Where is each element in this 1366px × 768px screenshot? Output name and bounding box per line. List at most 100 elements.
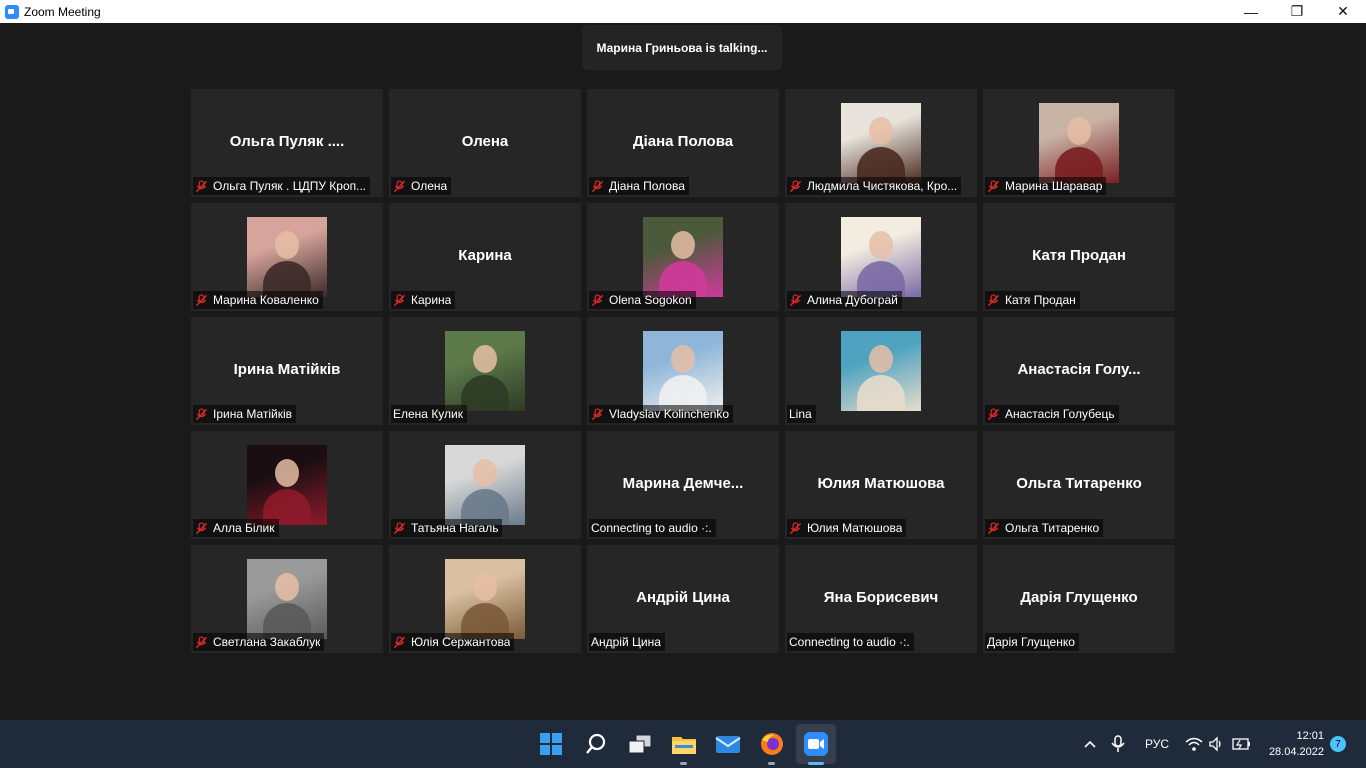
participant-nameplate: Олена <box>391 177 452 195</box>
microphone-icon[interactable] <box>1110 720 1126 768</box>
muted-microphone-icon <box>195 407 208 421</box>
close-button[interactable]: ✕ <box>1320 0 1366 23</box>
participant-display-name: Ольга Пуляк .... <box>229 133 345 150</box>
participant-nameplate: Андрій Цина <box>589 633 665 651</box>
participant-label: Olena Sogokon <box>609 293 692 307</box>
participant-tile[interactable]: Ольга Пуляк .... Ольга Пуляк . ЦДПУ Кроп.… <box>191 89 383 197</box>
participant-nameplate: Юлія Сержантова <box>391 633 515 651</box>
participant-display-name: Ольга Титаренко <box>1016 475 1142 492</box>
muted-microphone-icon <box>195 179 208 193</box>
search-icon[interactable] <box>582 730 610 758</box>
participant-tile[interactable]: Vladyslav Kolinchenko <box>587 317 779 425</box>
file-explorer-icon[interactable] <box>670 730 698 758</box>
participant-tile[interactable]: Людмила Чистякова, Кро... <box>785 89 977 197</box>
participant-tile[interactable]: Анастасія Голу... Анастасія Голубець <box>983 317 1175 425</box>
participant-tile[interactable]: Алина Дубограй <box>785 203 977 311</box>
participant-nameplate: Vladyslav Kolinchenko <box>589 405 734 423</box>
participant-label: Марина Коваленко <box>213 293 319 307</box>
participant-tile[interactable]: Марина Коваленко <box>191 203 383 311</box>
participant-tile[interactable]: Алла Білик <box>191 431 383 539</box>
maximize-button[interactable]: ❐ <box>1274 0 1320 23</box>
participant-label: Людмила Чистякова, Кро... <box>807 179 958 193</box>
muted-microphone-icon <box>591 293 604 307</box>
participant-display-name: Яна Борисевич <box>823 589 939 606</box>
wifi-icon[interactable] <box>1185 720 1203 768</box>
person-silhouette-icon <box>869 117 893 145</box>
participant-tile[interactable]: Катя Продан Катя Продан <box>983 203 1175 311</box>
participant-nameplate: Алла Білик <box>193 519 279 537</box>
muted-microphone-icon <box>987 521 1000 535</box>
participant-grid: Ольга Пуляк .... Ольга Пуляк . ЦДПУ Кроп.… <box>191 89 1175 653</box>
participant-label: Анастасія Голубець <box>1005 407 1115 421</box>
participant-display-name: Юлия Матюшова <box>817 475 945 492</box>
participant-label: Андрій Цина <box>591 635 661 649</box>
battery-icon[interactable] <box>1232 720 1252 768</box>
mail-icon[interactable] <box>714 730 742 758</box>
participant-tile[interactable]: Olena Sogokon <box>587 203 779 311</box>
participant-nameplate: Людмила Чистякова, Кро... <box>787 177 962 195</box>
participant-tile[interactable]: Андрій Цина Андрій Цина <box>587 545 779 653</box>
person-silhouette-icon <box>275 231 299 259</box>
system-clock[interactable]: 12:01 28.04.2022 <box>1262 728 1324 760</box>
participant-video <box>247 559 327 639</box>
participant-video <box>643 217 723 297</box>
participant-display-name: Анастасія Голу... <box>1017 361 1141 378</box>
chevron-up-icon <box>1084 740 1096 748</box>
active-indicator <box>808 762 824 765</box>
zoom-app-icon <box>5 4 19 19</box>
minimize-button[interactable]: — <box>1228 0 1274 23</box>
person-silhouette-icon <box>473 345 497 373</box>
muted-microphone-icon <box>591 407 604 421</box>
participant-tile[interactable]: Ольга Титаренко Ольга Титаренко <box>983 431 1175 539</box>
participant-label: Ольга Пуляк . ЦДПУ Кроп... <box>213 179 367 193</box>
participant-tile[interactable]: Олена Олена <box>389 89 581 197</box>
muted-microphone-icon <box>789 293 802 307</box>
participant-tile[interactable]: Татьяна Нагаль <box>389 431 581 539</box>
participant-tile[interactable]: Светлана Закаблук <box>191 545 383 653</box>
show-hidden-icons[interactable] <box>1082 720 1098 768</box>
participant-nameplate: Connecting to audio ·:. <box>589 519 716 537</box>
participant-display-name: Діана Полова <box>632 133 734 150</box>
participant-tile[interactable]: Яна Борисевич Connecting to audio ·:. <box>785 545 977 653</box>
participant-label: Юлія Сержантова <box>411 635 511 649</box>
active-speaker-banner: Марина Гриньова is talking... <box>582 25 782 70</box>
participant-nameplate: Olena Sogokon <box>589 291 696 309</box>
participant-display-name: Дарія Глущенко <box>1020 589 1138 606</box>
firefox-icon[interactable] <box>758 730 786 758</box>
participant-tile[interactable]: Юлія Сержантова <box>389 545 581 653</box>
participant-label: Карина <box>411 293 452 307</box>
start-icon[interactable] <box>537 730 565 758</box>
participant-tile[interactable]: Елена Кулик <box>389 317 581 425</box>
participant-label: Елена Кулик <box>393 407 463 421</box>
participant-tile[interactable]: Діана Полова Діана Полова <box>587 89 779 197</box>
participant-tile[interactable]: Дарія Глущенко Дарія Глущенко <box>983 545 1175 653</box>
participant-tile[interactable]: Марина Шараваp <box>983 89 1175 197</box>
participant-label: Марина Шараваp <box>1005 179 1103 193</box>
zoom-icon[interactable] <box>802 730 830 758</box>
task-view-icon[interactable] <box>626 730 654 758</box>
volume-icon[interactable] <box>1208 720 1224 768</box>
person-silhouette-icon <box>275 459 299 487</box>
person-silhouette-icon <box>671 231 695 259</box>
language-indicator[interactable]: РУС <box>1145 720 1169 768</box>
person-silhouette-icon <box>473 459 497 487</box>
notification-badge[interactable]: 7 <box>1330 736 1346 752</box>
person-silhouette-icon <box>869 345 893 373</box>
participant-label: Ольга Титаренко <box>1005 521 1100 535</box>
muted-microphone-icon <box>591 179 604 193</box>
participant-tile[interactable]: Карина Карина <box>389 203 581 311</box>
title-bar: Zoom Meeting — ❐ ✕ <box>0 0 1366 23</box>
participant-nameplate: Юлия Матюшова <box>787 519 907 537</box>
participant-tile[interactable]: Ірина Матійків Ірина Матійків <box>191 317 383 425</box>
running-indicator <box>768 762 775 765</box>
participant-tile[interactable]: Юлия Матюшова Юлия Матюшова <box>785 431 977 539</box>
participant-label: Lina <box>789 407 812 421</box>
participant-tile[interactable]: Lina <box>785 317 977 425</box>
participant-nameplate: Анастасія Голубець <box>985 405 1119 423</box>
participant-label: Vladyslav Kolinchenko <box>609 407 730 421</box>
participant-video <box>1039 103 1119 183</box>
participant-video <box>445 331 525 411</box>
participant-nameplate: Ольга Титаренко <box>985 519 1104 537</box>
participant-tile[interactable]: Марина Демче... Connecting to audio ·:. <box>587 431 779 539</box>
participant-label: Катя Продан <box>1005 293 1076 307</box>
